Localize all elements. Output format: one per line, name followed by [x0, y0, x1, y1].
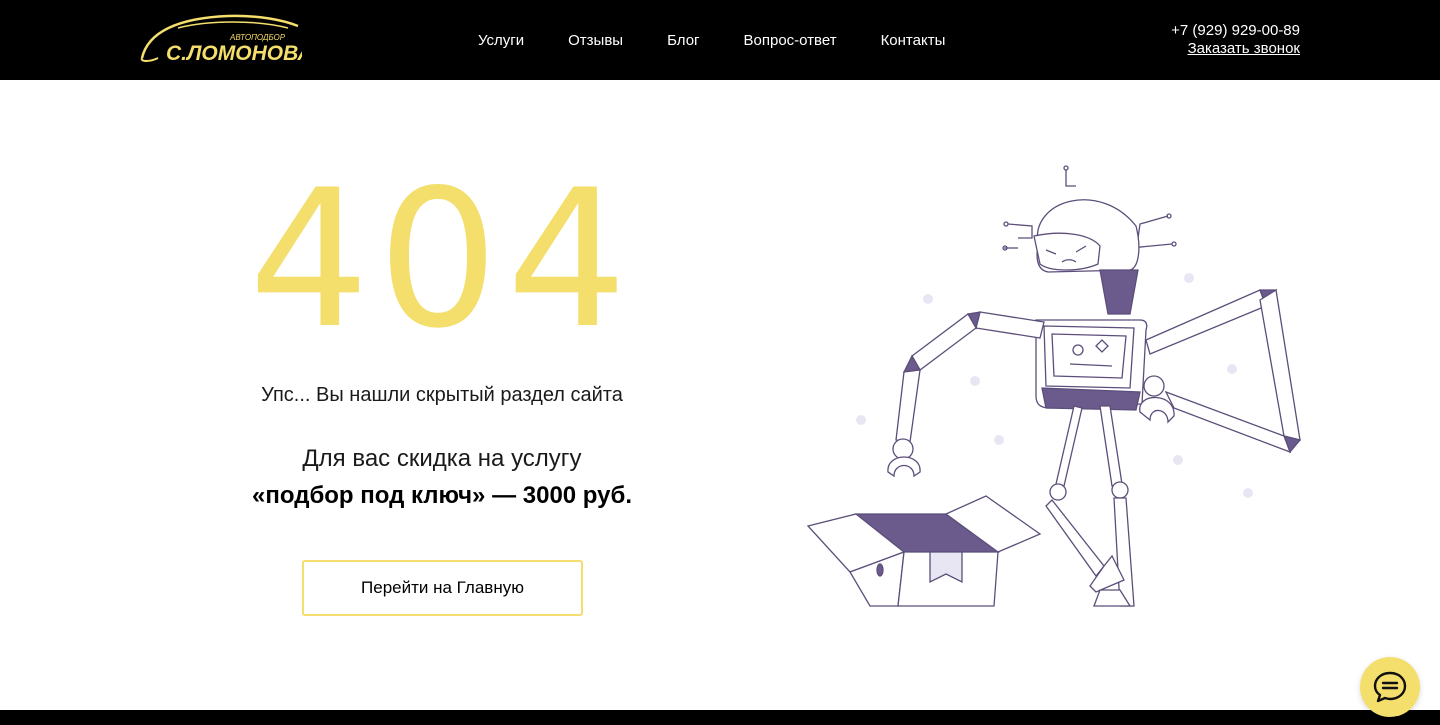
nav-link-contacts[interactable]: Контакты [881, 31, 946, 51]
nav-link-reviews[interactable]: Отзывы [568, 31, 623, 51]
nav-link-services[interactable]: Услуги [478, 31, 524, 51]
error-digit: 4 [506, 149, 636, 370]
nav-link-blog[interactable]: Блог [667, 31, 699, 51]
discount-line: Для вас скидка на услугу [302, 445, 582, 472]
site-header: АВТОПОДБОР С.ЛОМОНОВА Услуги Отзывы Блог… [0, 0, 1440, 80]
error-digit: 4 [248, 149, 378, 370]
go-home-button[interactable]: Перейти на Главную [302, 560, 583, 616]
main-nav: Услуги Отзывы Блог Вопрос-ответ Контакты [478, 31, 945, 51]
error-digit: 0 [377, 149, 507, 370]
logo-small-text: АВТОПОДБОР [229, 33, 286, 42]
robot-box-illustration [806, 165, 1302, 607]
logo-large-text: С.ЛОМОНОВА [166, 42, 302, 65]
callback-link[interactable]: Заказать звонок [1171, 40, 1300, 58]
robot-illustration [800, 160, 1310, 615]
chat-bubble-icon [1373, 671, 1407, 703]
error-message: Упс... Вы нашли скрытый раздел сайта [261, 384, 623, 406]
footer-strip [0, 710, 1440, 725]
nav-link-faq[interactable]: Вопрос-ответ [744, 31, 837, 51]
site-logo[interactable]: АВТОПОДБОР С.ЛОМОНОВА [138, 12, 302, 66]
chat-button[interactable] [1360, 657, 1420, 717]
error-code: 404 [242, 149, 642, 370]
discount-offer: «подбор под ключ» — 3000 руб. [252, 482, 632, 509]
phone-number[interactable]: +7 (929) 929-00-89 [1171, 22, 1300, 40]
header-contact: +7 (929) 929-00-89 Заказать звонок [1171, 22, 1300, 58]
logo-car-icon: АВТОПОДБОР С.ЛОМОНОВА [140, 14, 302, 65]
